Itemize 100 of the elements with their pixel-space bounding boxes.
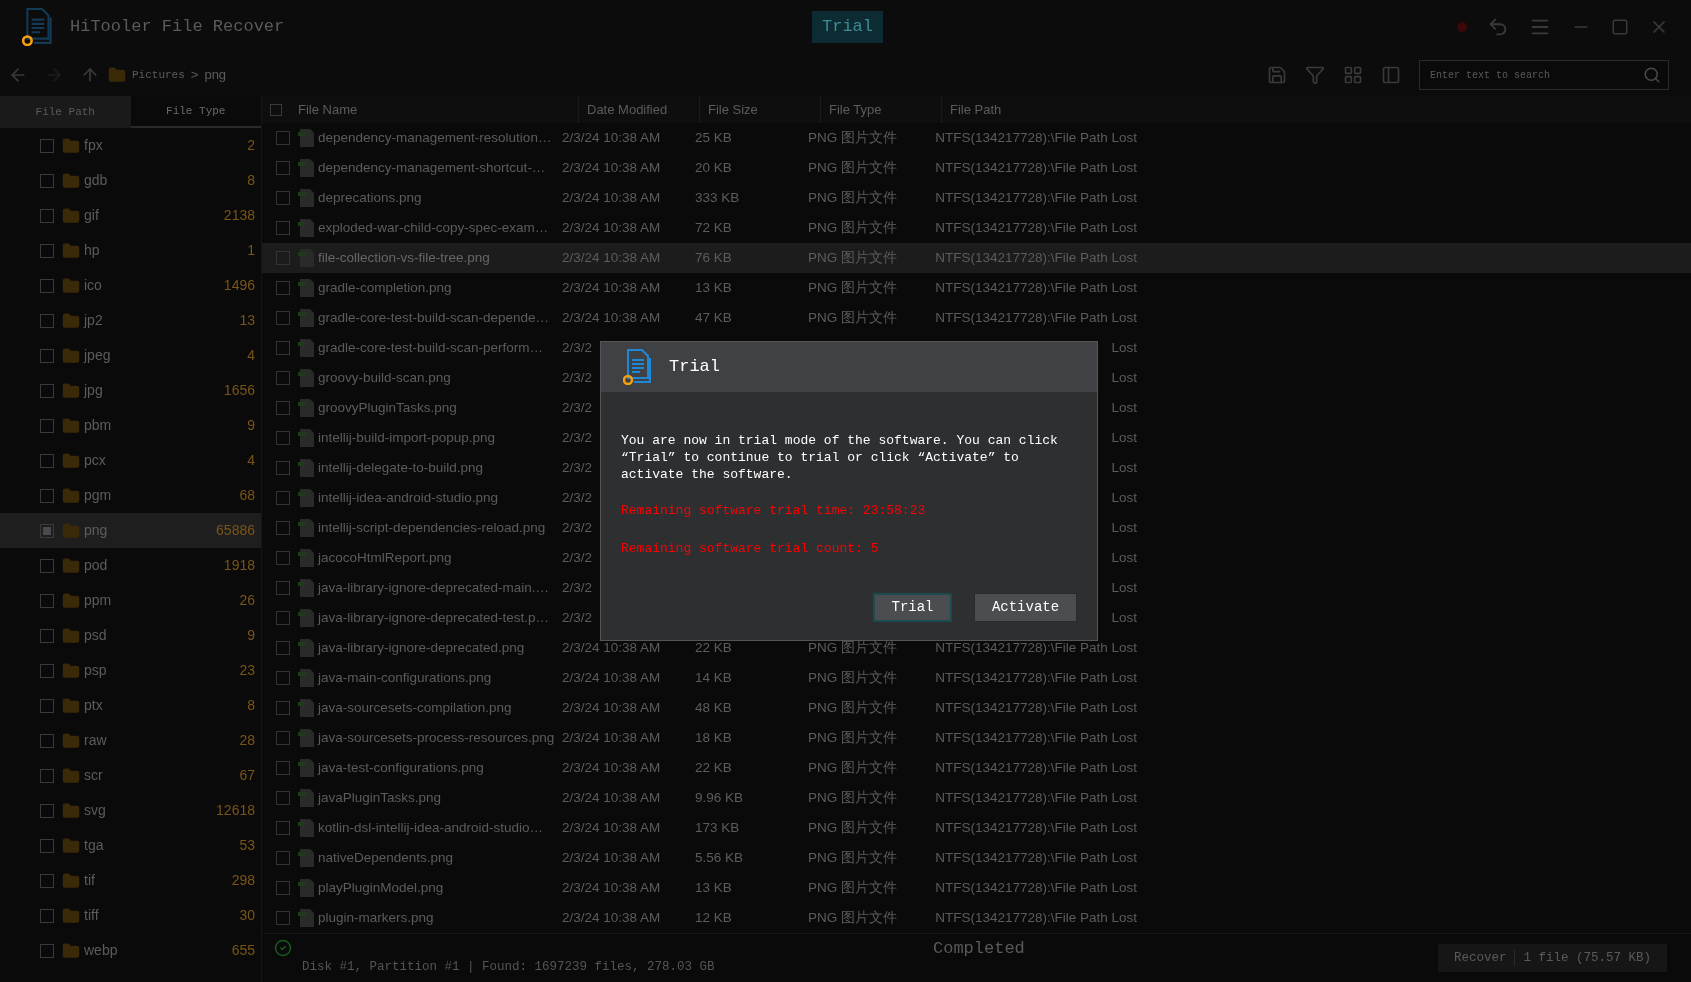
- file-type-name: scr: [84, 766, 103, 785]
- date-modified: 2/3/2: [562, 609, 593, 625]
- row-checkbox[interactable]: [276, 311, 290, 325]
- date-modified: 2/3/2: [562, 459, 593, 475]
- date-modified: 2/3/24 10:38 AM: [562, 879, 661, 895]
- row-checkbox[interactable]: [276, 341, 290, 355]
- sidebar-tab[interactable]: File Path: [0, 96, 131, 128]
- file-type-name: gdb: [84, 171, 108, 190]
- file-path: NTFS(134217728):\File Path Lost: [935, 308, 1137, 327]
- checkbox[interactable]: [40, 838, 54, 853]
- row-checkbox[interactable]: [276, 461, 290, 475]
- checkbox[interactable]: [40, 243, 54, 258]
- file-count: 4: [247, 451, 255, 470]
- row-checkbox[interactable]: [276, 521, 290, 535]
- checkbox[interactable]: [40, 733, 54, 748]
- row-checkbox[interactable]: [276, 671, 290, 685]
- row-checkbox[interactable]: [276, 431, 290, 445]
- checkbox[interactable]: [40, 208, 54, 223]
- checkbox[interactable]: [40, 348, 54, 363]
- file-type: PNG 图片文件: [808, 279, 897, 295]
- file-size: 14 KB: [695, 669, 732, 685]
- file-size: 22 KB: [695, 639, 732, 655]
- file-type-name: pcx: [84, 451, 106, 470]
- row-checkbox[interactable]: [276, 401, 290, 415]
- row-checkbox[interactable]: [276, 731, 290, 745]
- checkbox[interactable]: [40, 768, 54, 783]
- file-count: 8: [247, 171, 255, 190]
- row-checkbox[interactable]: [276, 551, 290, 565]
- grid-view-icon[interactable]: [1343, 65, 1363, 85]
- file-count: 1918: [223, 556, 255, 575]
- checkbox[interactable]: [40, 278, 54, 293]
- checkbox[interactable]: [40, 418, 54, 433]
- search-icon[interactable]: [1643, 66, 1661, 84]
- row-checkbox[interactable]: [276, 911, 290, 925]
- row-checkbox[interactable]: [276, 851, 290, 865]
- row-checkbox[interactable]: [276, 281, 290, 295]
- row-checkbox[interactable]: [276, 881, 290, 895]
- file-type-name: svg: [84, 801, 106, 820]
- scan-status: Completed: [933, 938, 1025, 960]
- file-size: 72 KB: [695, 219, 732, 235]
- row-checkbox[interactable]: [276, 371, 290, 385]
- file-type: PNG 图片文件: [808, 219, 897, 235]
- file-icon: [298, 908, 316, 928]
- checkbox[interactable]: [40, 453, 54, 468]
- file-icon: [298, 308, 316, 328]
- checkbox[interactable]: [40, 313, 54, 328]
- row-checkbox[interactable]: [276, 641, 290, 655]
- recover-button[interactable]: Recover 1 file (75.57 KB): [1437, 944, 1667, 972]
- file-icon: [298, 458, 316, 478]
- checkbox[interactable]: [40, 593, 54, 608]
- checkbox[interactable]: [40, 663, 54, 678]
- breadcrumb-item[interactable]: png: [204, 65, 227, 85]
- dialog-button[interactable]: Trial: [873, 593, 952, 622]
- checkbox[interactable]: [40, 873, 54, 888]
- row-checkbox[interactable]: [276, 221, 290, 235]
- date-modified: 2/3/2: [562, 489, 593, 505]
- row-checkbox[interactable]: [276, 131, 290, 145]
- maximize-icon[interactable]: [1611, 18, 1629, 36]
- search-field[interactable]: Enter text to search: [1419, 60, 1669, 90]
- row-checkbox[interactable]: [276, 491, 290, 505]
- file-type-name: ico: [84, 276, 102, 295]
- file-type-name: png: [84, 521, 108, 540]
- save-icon[interactable]: [1267, 65, 1287, 85]
- row-checkbox[interactable]: [276, 611, 290, 625]
- select-all-checkbox[interactable]: [270, 103, 282, 116]
- file-path: Lost: [1111, 608, 1137, 627]
- row-checkbox[interactable]: [276, 761, 290, 775]
- checkbox[interactable]: [40, 523, 54, 538]
- file-icon: [298, 788, 316, 808]
- list-view-icon[interactable]: [1381, 65, 1401, 85]
- file-count: 12618: [216, 801, 255, 820]
- checkbox[interactable]: [40, 138, 54, 153]
- file-size: 18 KB: [695, 729, 732, 745]
- checkbox[interactable]: [40, 698, 54, 713]
- date-modified: 2/3/2: [562, 549, 593, 565]
- undo-icon[interactable]: [1487, 16, 1509, 38]
- dialog-button[interactable]: Activate: [974, 593, 1077, 622]
- checkbox[interactable]: [40, 558, 54, 573]
- checkbox[interactable]: [40, 803, 54, 818]
- file-path: NTFS(134217728):\File Path Lost: [935, 908, 1137, 927]
- file-size: 22 KB: [695, 759, 732, 775]
- row-checkbox[interactable]: [276, 821, 290, 835]
- checkbox[interactable]: [40, 908, 54, 923]
- file-icon: [298, 638, 316, 658]
- row-checkbox[interactable]: [276, 191, 290, 205]
- checkbox[interactable]: [40, 173, 54, 188]
- row-checkbox[interactable]: [276, 791, 290, 805]
- row-checkbox[interactable]: [276, 701, 290, 715]
- row-checkbox[interactable]: [276, 581, 290, 595]
- checkbox[interactable]: [40, 628, 54, 643]
- row-checkbox[interactable]: [276, 161, 290, 175]
- file-type-item[interactable]: png 65886: [0, 513, 261, 548]
- filter-icon[interactable]: [1305, 65, 1325, 85]
- checkbox[interactable]: [40, 943, 54, 958]
- column-header[interactable]: File Name: [290, 96, 578, 123]
- breadcrumb-item[interactable]: Pictures: [132, 66, 185, 84]
- file-icon: [298, 488, 316, 508]
- file-icon: [298, 698, 316, 718]
- checkbox[interactable]: [40, 383, 54, 398]
- checkbox[interactable]: [40, 488, 54, 503]
